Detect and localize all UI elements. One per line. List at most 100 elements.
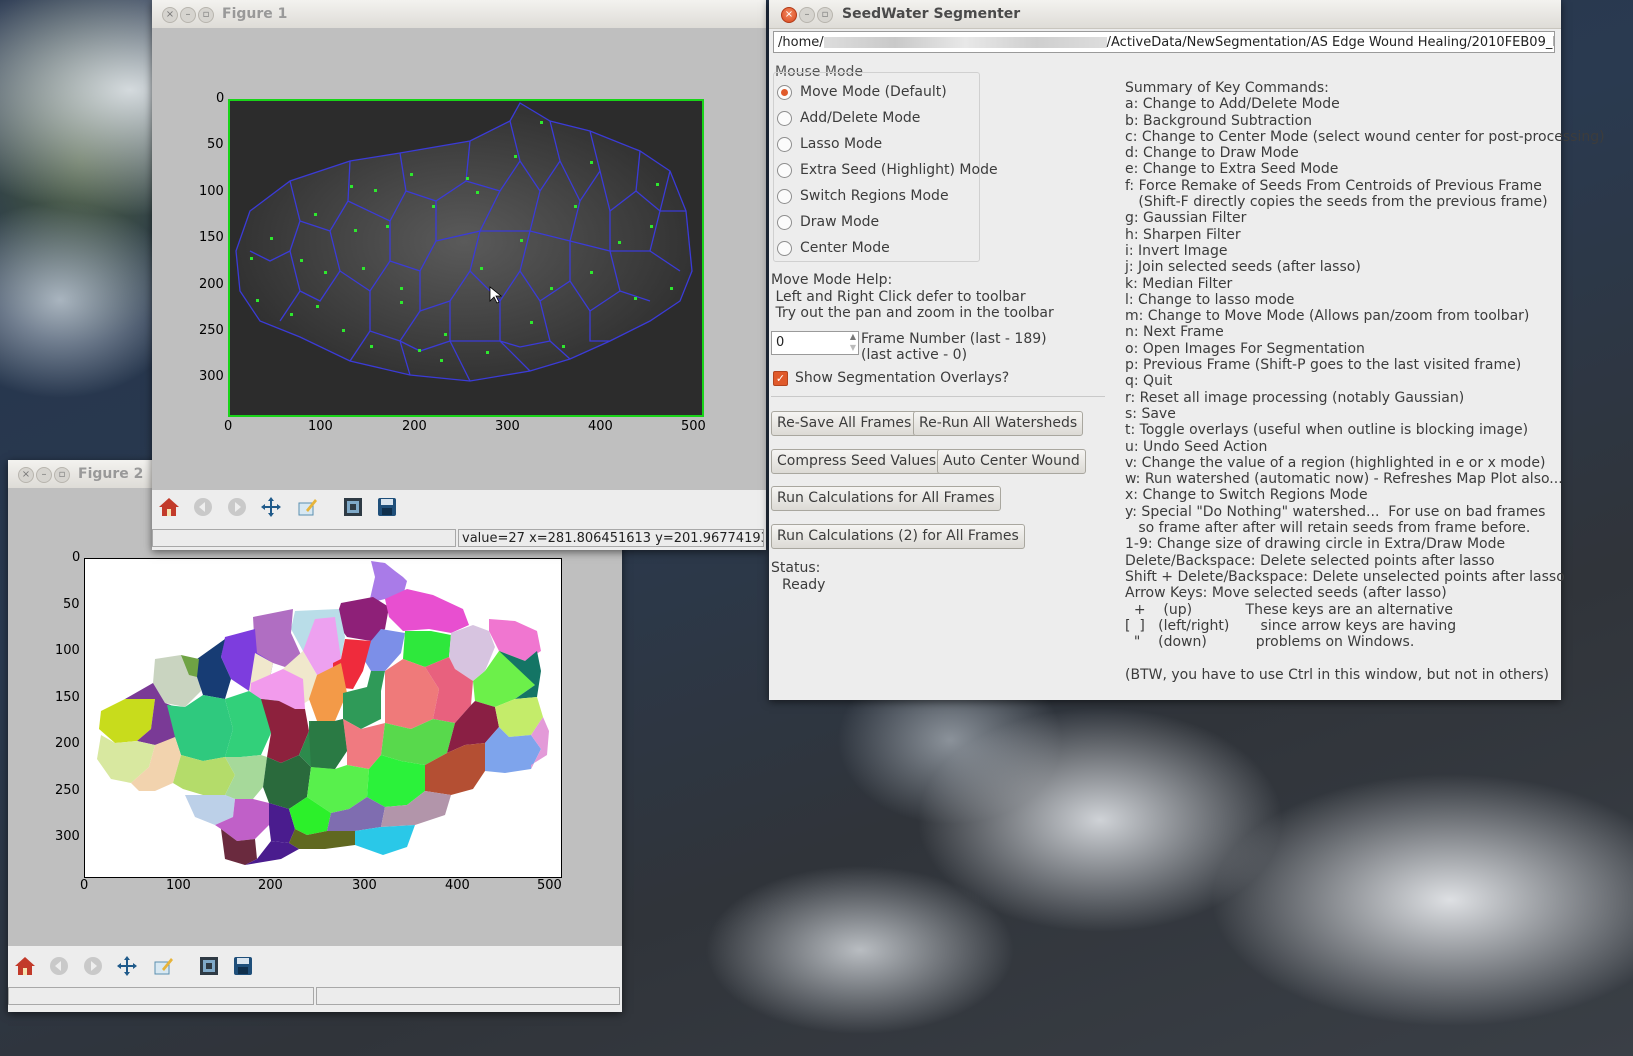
key-command-line: y: Special "Do Nothing" watershed... For… xyxy=(1125,503,1546,520)
figure2-status-right xyxy=(316,987,620,1005)
subplots-icon[interactable] xyxy=(340,494,366,520)
key-command-line: Shift + Delete/Backspace: Delete unselec… xyxy=(1125,568,1565,585)
key-command-line: p: Previous Frame (Shift-P goes to the l… xyxy=(1125,357,1522,374)
pan-icon[interactable] xyxy=(258,494,284,520)
save-icon[interactable] xyxy=(374,494,400,520)
spin-down-icon[interactable]: ▼ xyxy=(850,343,856,352)
key-command-line: l: Change to lasso mode xyxy=(1125,291,1295,308)
mode-label: Draw Mode xyxy=(800,214,880,230)
mode-label: Lasso Mode xyxy=(800,136,883,152)
mode-center-radio[interactable]: Center Mode xyxy=(777,238,890,258)
figure2-canvas[interactable]: 0 50 100 150 200 250 300 0 100 200 300 4… xyxy=(8,488,622,946)
configure-icon[interactable] xyxy=(150,953,176,979)
auto-center-wound-button[interactable]: Auto Center Wound xyxy=(937,449,1086,474)
save-icon[interactable] xyxy=(230,953,256,979)
checkbox-label: Show Segmentation Overlays? xyxy=(795,370,1010,386)
resave-all-frames-button[interactable]: Re-Save All Frames xyxy=(771,411,918,436)
spin-up-icon[interactable]: ▲ xyxy=(850,332,856,341)
figure1-canvas[interactable]: 0 50 100 150 200 250 300 0 100 200 300 4… xyxy=(152,28,766,490)
key-command-line: b: Background Subtraction xyxy=(1125,112,1313,129)
x-tick-label: 500 xyxy=(681,419,706,434)
rerun-all-watersheds-button[interactable]: Re-Run All Watersheds xyxy=(913,411,1084,436)
y-tick-label: 0 xyxy=(72,550,81,565)
redacted-path-segment xyxy=(823,37,1107,48)
subplots-icon[interactable] xyxy=(196,953,222,979)
key-command-line: v: Change the value of a region (highlig… xyxy=(1125,454,1546,471)
radio-indicator xyxy=(777,136,792,152)
key-command-line: j: Join selected seeds (after lasso) xyxy=(1125,259,1361,276)
mode-label: Add/Delete Mode xyxy=(800,110,921,126)
segmentation-overlay-axes[interactable] xyxy=(228,99,704,417)
run-calculations-2-button[interactable]: Run Calculations (2) for All Frames xyxy=(771,524,1025,549)
key-command-line: Arrow Keys: Move selected seeds (after l… xyxy=(1125,585,1447,602)
mode-label: Center Mode xyxy=(800,240,890,256)
close-icon[interactable]: × xyxy=(781,7,797,23)
back-icon[interactable] xyxy=(190,494,216,520)
mode-lasso-radio[interactable]: Lasso Mode xyxy=(777,134,882,154)
y-tick-label: 250 xyxy=(199,323,224,338)
label-map-axes[interactable] xyxy=(84,558,562,878)
key-command-line: e: Change to Extra Seed Mode xyxy=(1125,161,1339,178)
forward-icon[interactable] xyxy=(80,953,106,979)
frame-number-label: Frame Number (last - 189) xyxy=(861,331,1047,347)
key-command-line: Delete/Backspace: Delete selected points… xyxy=(1125,552,1495,569)
mode-label: Switch Regions Mode xyxy=(800,188,949,204)
checkbox-checked-icon: ✓ xyxy=(773,370,788,386)
back-icon[interactable] xyxy=(46,953,72,979)
maximize-icon[interactable]: ▫ xyxy=(817,7,833,23)
y-tick-label: 100 xyxy=(199,184,224,199)
close-icon[interactable]: × xyxy=(18,467,34,483)
mode-add-delete-radio[interactable]: Add/Delete Mode xyxy=(777,108,920,128)
minimize-icon[interactable]: – xyxy=(180,7,196,23)
y-tick-label: 150 xyxy=(55,690,80,705)
maximize-icon[interactable]: ▫ xyxy=(54,467,70,483)
status-value: Ready xyxy=(782,577,826,593)
figure1-titlebar[interactable]: × – ▫ Figure 1 xyxy=(152,0,766,29)
mode-move-radio[interactable]: Move Mode (Default) xyxy=(777,82,947,102)
image-path-field[interactable]: /home/ /ActiveData/NewSegmentation/AS Edg… xyxy=(773,31,1555,53)
cursor-value-readout: value=27 x=281.806451613 y=201.967741935 xyxy=(458,529,764,547)
figure1-window: × – ▫ Figure 1 0 50 100 150 200 250 300 … xyxy=(152,0,766,550)
frame-number-spinner[interactable]: 0 ▲ ▼ xyxy=(771,331,859,355)
mode-help-line: Left and Right Click defer to toolbar xyxy=(771,289,1026,305)
key-commands-summary: Summary of Key Commands: a: Change to Ad… xyxy=(1125,80,1605,683)
cell-image-with-outlines xyxy=(230,101,702,415)
key-command-line: (Shift-F directly copies the seeds from … xyxy=(1125,194,1548,211)
mode-extra-seed-radio[interactable]: Extra Seed (Highlight) Mode xyxy=(777,160,998,180)
maximize-icon[interactable]: ▫ xyxy=(198,7,214,23)
key-command-line: + (up) These keys are an alternative xyxy=(1125,601,1453,618)
radio-indicator xyxy=(777,240,792,256)
segmenter-titlebar[interactable]: × – ▫ SeedWater Segmenter xyxy=(769,0,1561,29)
mode-draw-radio[interactable]: Draw Mode xyxy=(777,212,879,232)
last-active-label: (last active - 0) xyxy=(861,347,968,363)
forward-icon[interactable] xyxy=(224,494,250,520)
pan-icon[interactable] xyxy=(114,953,140,979)
key-command-line: 1-9: Change size of drawing circle in Ex… xyxy=(1125,536,1506,553)
key-command-line: [ ] (left/right) since arrow keys are ha… xyxy=(1125,617,1457,634)
y-tick-label: 150 xyxy=(199,230,224,245)
x-tick-label: 500 xyxy=(537,878,562,893)
figure1-status-left xyxy=(152,529,456,547)
x-tick-label: 300 xyxy=(352,878,377,893)
close-icon[interactable]: × xyxy=(162,7,178,23)
x-tick-label: 200 xyxy=(258,878,283,893)
mode-switch-regions-radio[interactable]: Switch Regions Mode xyxy=(777,186,949,206)
path-end: /ActiveData/NewSegmentation/AS Edge Woun… xyxy=(1106,35,1555,50)
show-overlays-checkbox[interactable]: ✓ Show Segmentation Overlays? xyxy=(773,370,1009,386)
configure-icon[interactable] xyxy=(294,494,320,520)
key-command-line: o: Open Images For Segmentation xyxy=(1125,340,1365,357)
y-tick-label: 100 xyxy=(55,643,80,658)
minimize-icon[interactable]: – xyxy=(36,467,52,483)
mode-label: Move Mode (Default) xyxy=(800,84,947,100)
separator xyxy=(771,396,1105,397)
compress-seed-values-button[interactable]: Compress Seed Values xyxy=(771,449,943,474)
home-icon[interactable] xyxy=(12,953,38,979)
minimize-icon[interactable]: – xyxy=(799,7,815,23)
key-command-line: d: Change to Draw Mode xyxy=(1125,145,1299,162)
figure2-status-left xyxy=(8,987,314,1005)
home-icon[interactable] xyxy=(156,494,182,520)
key-command-line: (BTW, you have to use Ctrl in this windo… xyxy=(1125,666,1549,683)
key-command-line: a: Change to Add/Delete Mode xyxy=(1125,96,1340,113)
run-calculations-button[interactable]: Run Calculations for All Frames xyxy=(771,486,1001,511)
path-start: /home/ xyxy=(778,35,824,50)
